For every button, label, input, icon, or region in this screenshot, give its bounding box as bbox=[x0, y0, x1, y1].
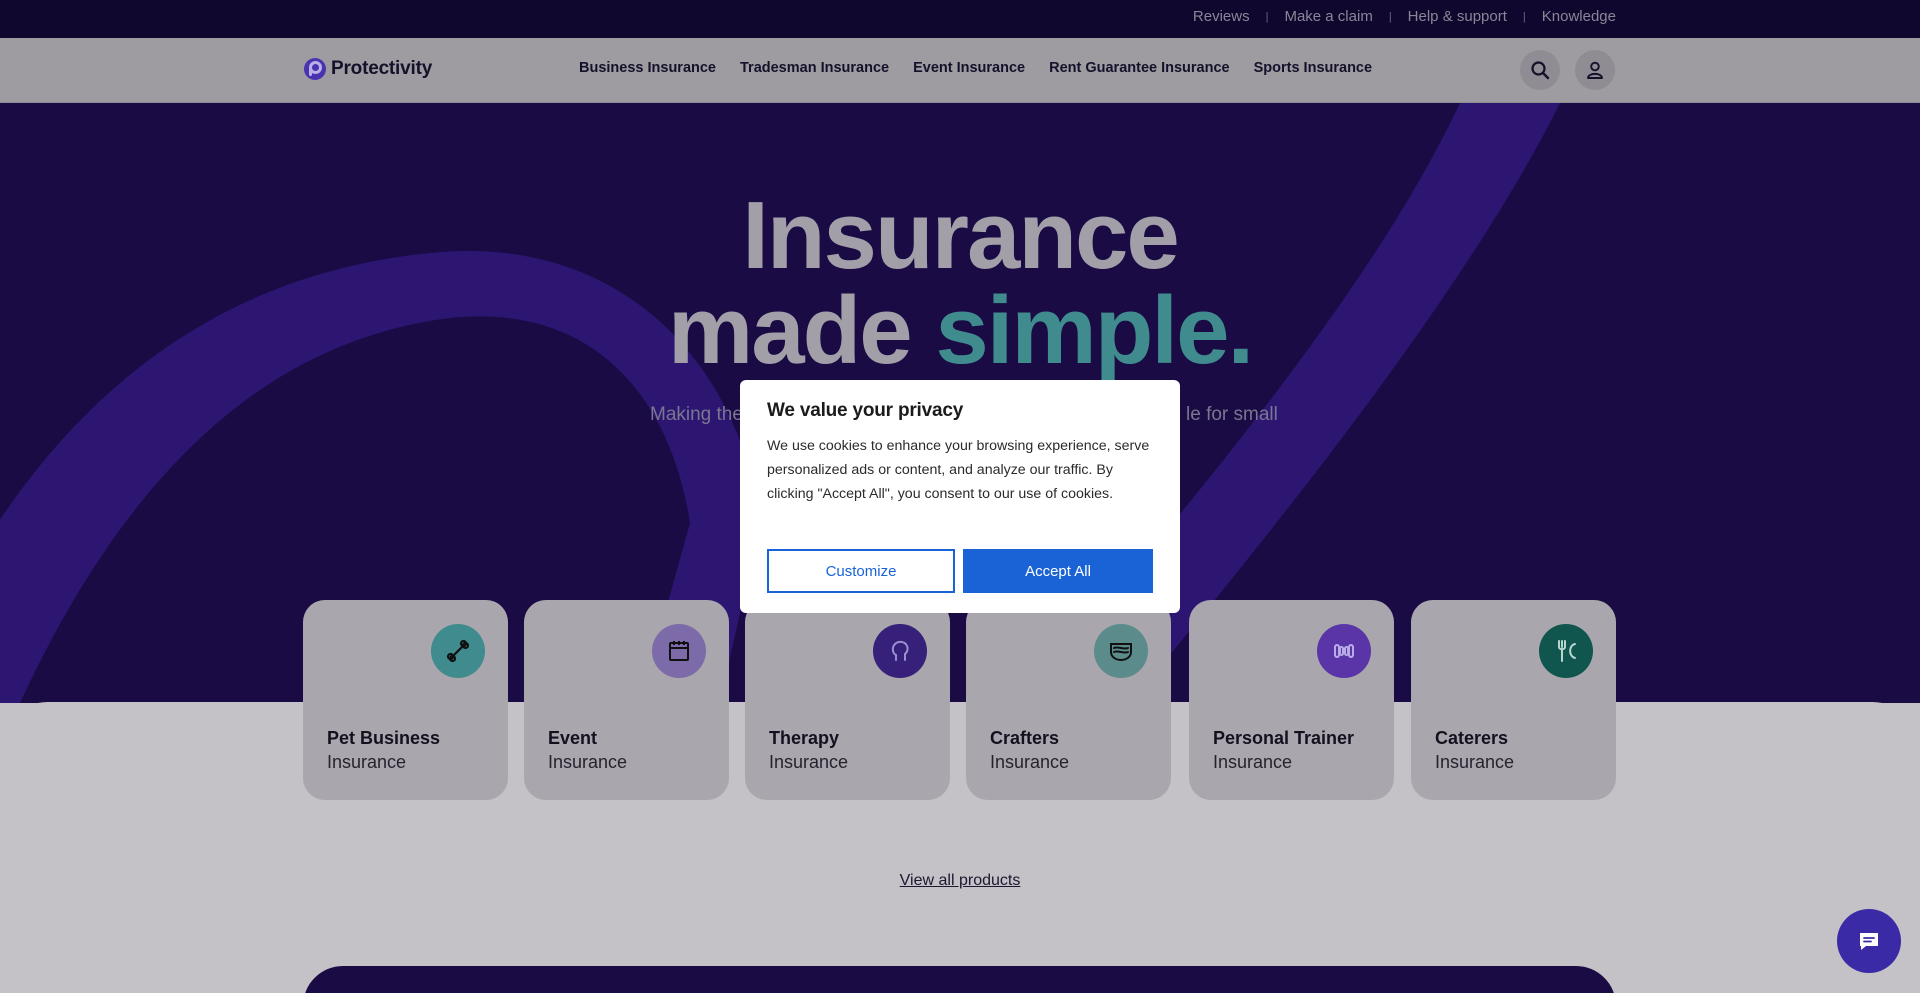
accept-all-button[interactable]: Accept All bbox=[963, 549, 1153, 593]
card-subtitle: Insurance bbox=[1435, 752, 1515, 772]
hero-subtitle-start: Making the bbox=[650, 404, 743, 425]
nav-sports-insurance[interactable]: Sports Insurance bbox=[1254, 60, 1372, 76]
cookie-dialog-title: We value your privacy bbox=[767, 400, 964, 421]
search-button[interactable] bbox=[1520, 50, 1560, 90]
card-title: Crafters bbox=[990, 728, 1060, 748]
bone-icon bbox=[431, 624, 485, 678]
product-card-event[interactable]: Event Insurance bbox=[524, 600, 729, 800]
view-all-wrapper: View all products bbox=[0, 872, 1920, 890]
utility-bar: Reviews | Make a claim | Help & support … bbox=[0, 0, 1920, 38]
search-icon bbox=[1531, 61, 1550, 80]
nav-business-insurance[interactable]: Business Insurance bbox=[579, 60, 716, 76]
brand-logo[interactable]: Protectivity bbox=[303, 57, 432, 81]
card-title: Event bbox=[548, 728, 598, 748]
fabric-icon bbox=[1094, 624, 1148, 678]
card-subtitle: Insurance bbox=[769, 752, 849, 772]
calendar-icon bbox=[652, 624, 706, 678]
protectivity-logo-icon bbox=[304, 58, 326, 80]
reviews-link[interactable]: Reviews bbox=[1193, 8, 1250, 25]
card-subtitle: Insurance bbox=[548, 752, 628, 772]
hero-title-made: made bbox=[667, 277, 936, 384]
products-section bbox=[0, 702, 1920, 993]
primary-nav-links: Business Insurance Tradesman Insurance E… bbox=[579, 60, 1372, 76]
separator: | bbox=[1265, 10, 1269, 23]
account-button[interactable] bbox=[1575, 50, 1615, 90]
next-section-band bbox=[303, 966, 1616, 993]
user-icon bbox=[1587, 61, 1603, 79]
head-icon bbox=[873, 624, 927, 678]
knowledge-link[interactable]: Knowledge bbox=[1542, 8, 1616, 25]
nav-rent-guarantee-insurance[interactable]: Rent Guarantee Insurance bbox=[1049, 60, 1230, 76]
help-support-link[interactable]: Help & support bbox=[1408, 8, 1507, 25]
dumbbell-icon bbox=[1317, 624, 1371, 678]
hero-subtitle-end: le for small bbox=[1186, 404, 1278, 425]
card-title: Caterers bbox=[1435, 728, 1509, 748]
chat-icon bbox=[1860, 933, 1878, 950]
product-card-crafters[interactable]: Crafters Insurance bbox=[966, 600, 1171, 800]
make-claim-link[interactable]: Make a claim bbox=[1284, 8, 1372, 25]
product-card-therapy[interactable]: Therapy Insurance bbox=[745, 600, 950, 800]
hero-title-line-1: Insurance bbox=[742, 182, 1180, 289]
view-all-products-link[interactable]: View all products bbox=[900, 872, 1021, 889]
product-card-personal-trainer[interactable]: Personal Trainer Insurance bbox=[1189, 600, 1394, 800]
product-card-caterers[interactable]: Caterers Insurance bbox=[1411, 600, 1616, 800]
cookie-consent-dialog: We value your privacy We use cookies to … bbox=[740, 380, 1180, 613]
cutlery-icon bbox=[1539, 624, 1593, 678]
card-title: Therapy bbox=[769, 728, 840, 748]
card-title: Personal Trainer bbox=[1213, 728, 1355, 748]
nav-event-insurance[interactable]: Event Insurance bbox=[913, 60, 1025, 76]
hero-title-simple: simple. bbox=[935, 277, 1254, 384]
main-nav: Protectivity Business Insurance Tradesma… bbox=[0, 38, 1920, 103]
cookie-dialog-body: We use cookies to enhance your browsing … bbox=[767, 438, 1150, 502]
customize-button[interactable]: Customize bbox=[767, 549, 955, 593]
card-subtitle: Insurance bbox=[327, 752, 407, 772]
nav-tradesman-insurance[interactable]: Tradesman Insurance bbox=[740, 60, 889, 76]
hero-title-line-2: made simple. bbox=[0, 283, 1920, 379]
cookie-dialog-actions: Customize Accept All bbox=[767, 549, 1153, 593]
brand-name: Protectivity bbox=[331, 58, 433, 79]
card-subtitle: Insurance bbox=[990, 752, 1070, 772]
card-title: Pet Business bbox=[327, 728, 441, 748]
separator: | bbox=[1388, 10, 1392, 23]
chat-launcher-button[interactable] bbox=[1837, 909, 1901, 973]
utility-links: Reviews | Make a claim | Help & support … bbox=[1193, 8, 1616, 25]
card-subtitle: Insurance bbox=[1213, 752, 1293, 772]
separator: | bbox=[1522, 10, 1526, 23]
product-card-pet-business[interactable]: Pet Business Insurance bbox=[303, 600, 508, 800]
